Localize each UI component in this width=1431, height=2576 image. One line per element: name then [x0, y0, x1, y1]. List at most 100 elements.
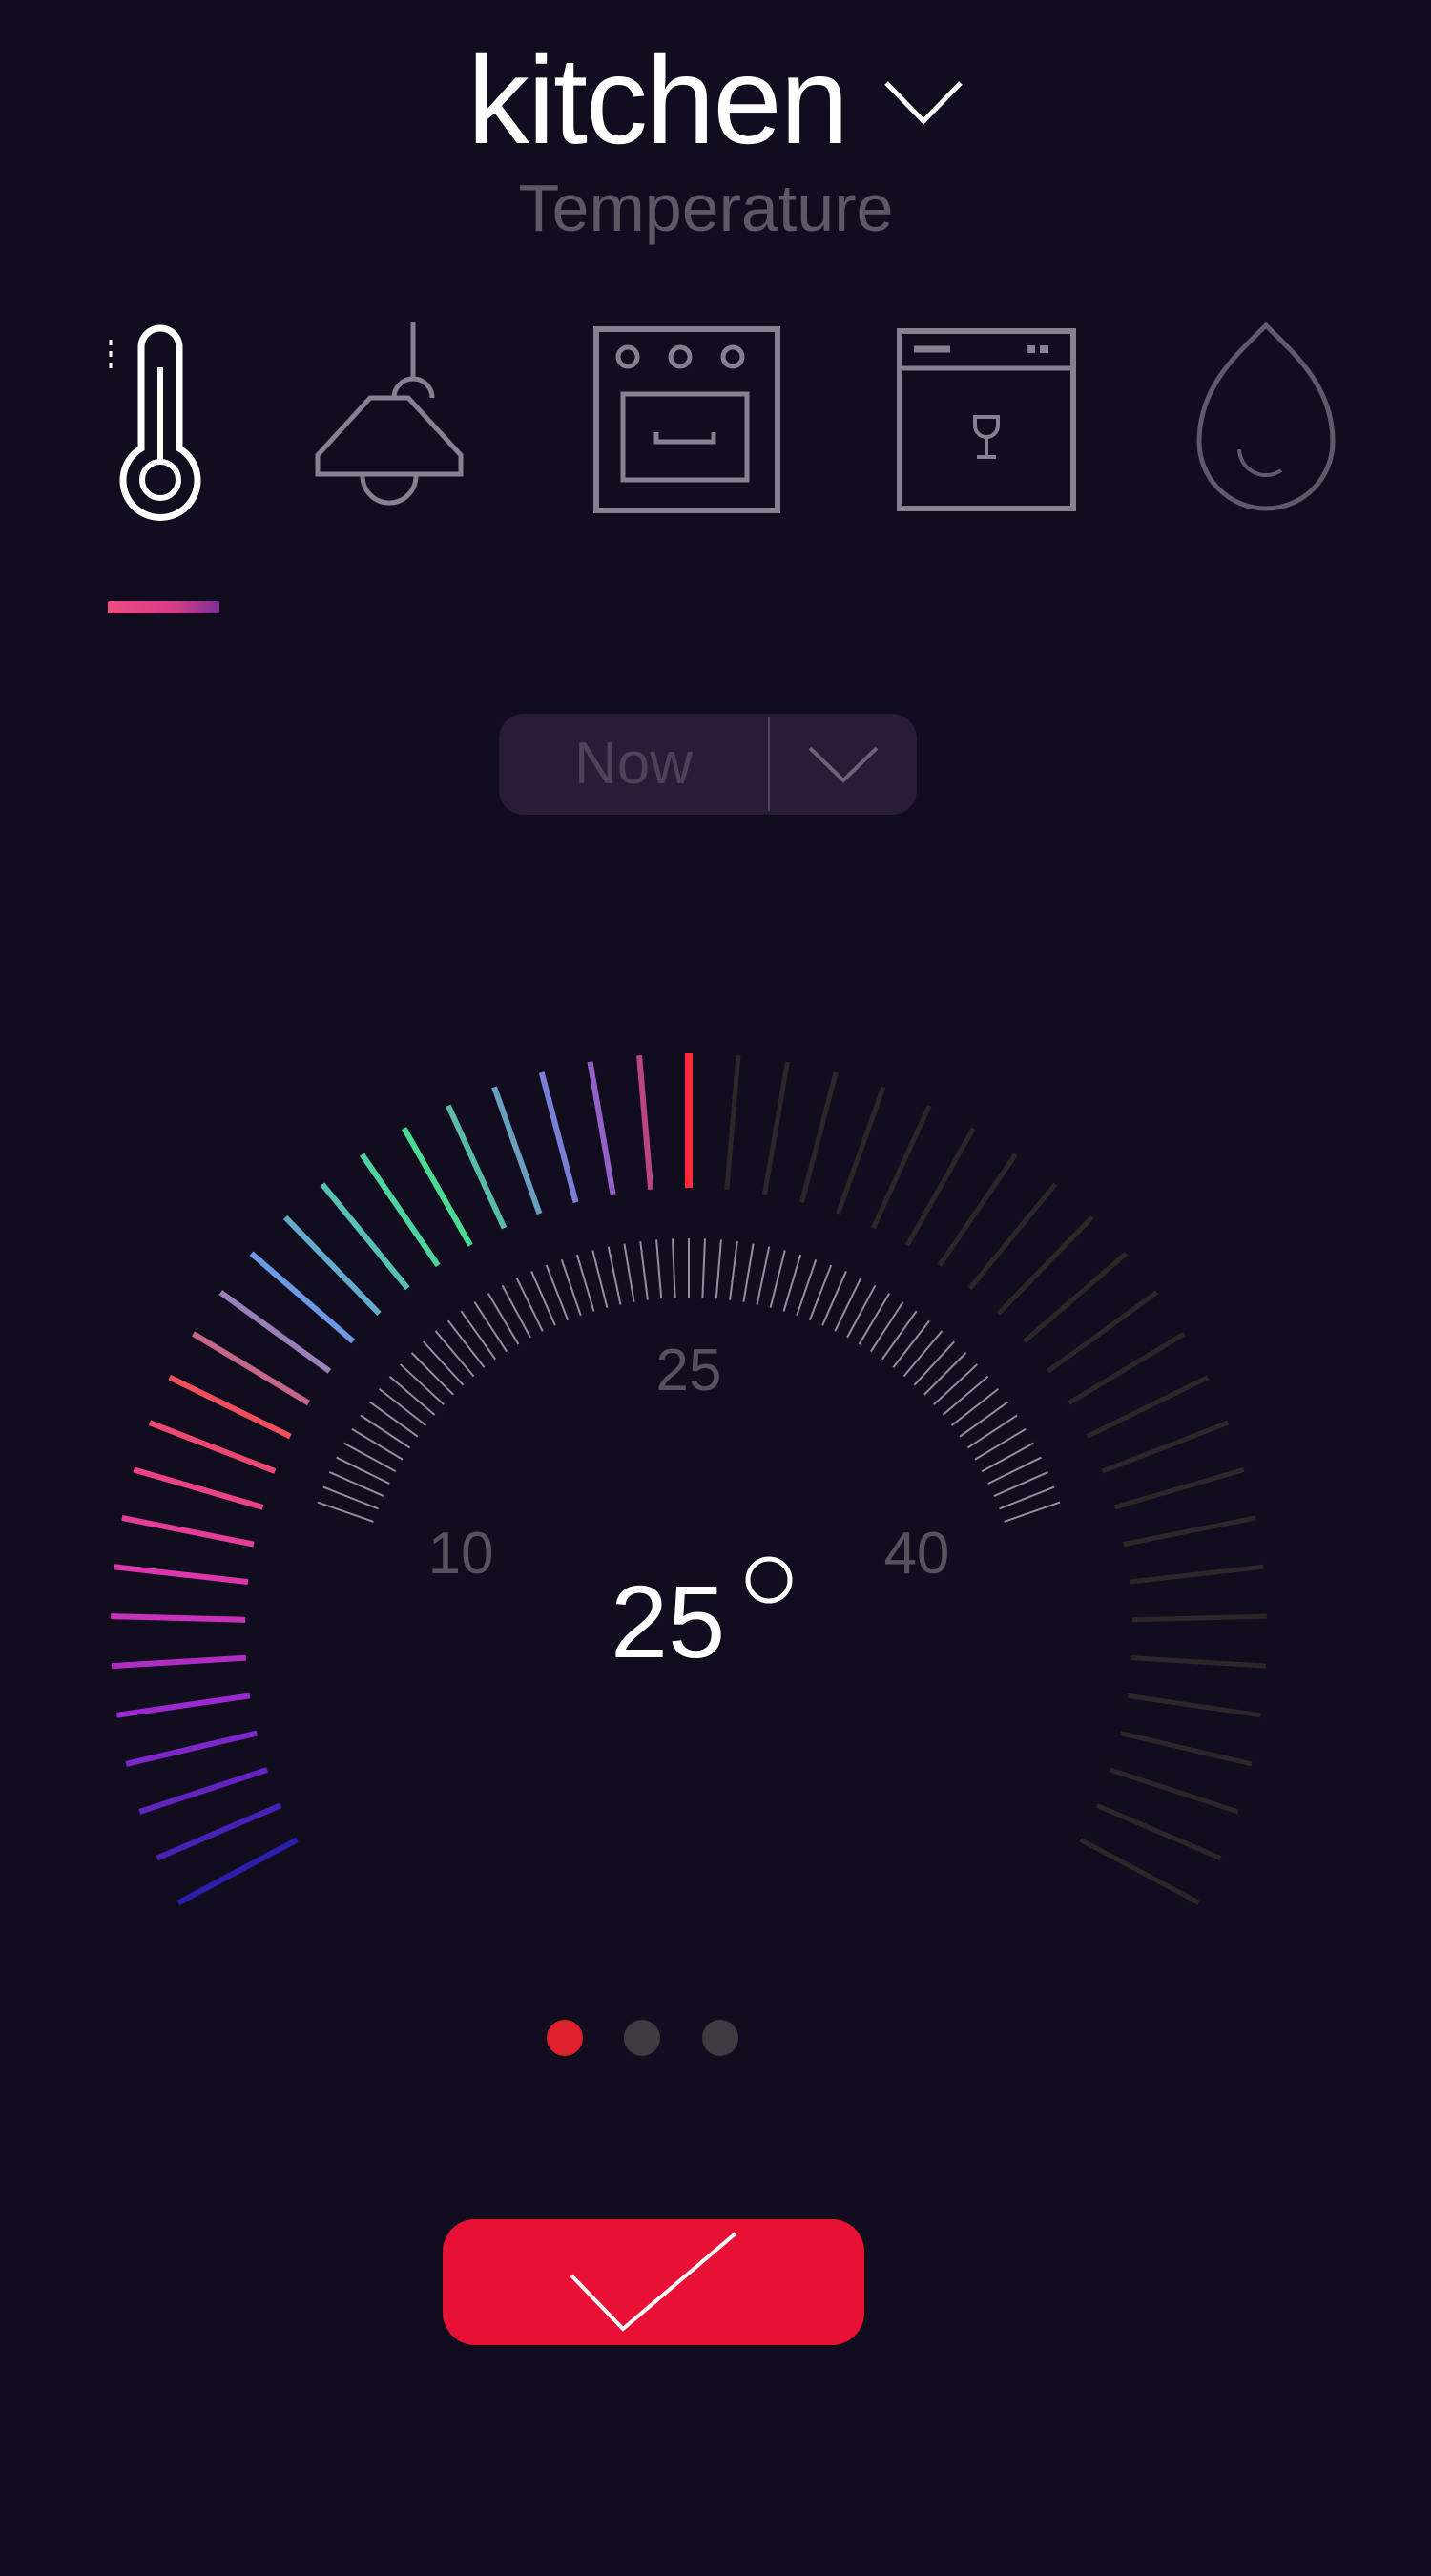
arc-tick [121, 1514, 255, 1548]
arc-tick [114, 1564, 249, 1586]
page-dot[interactable] [624, 2020, 660, 2056]
scale-tick [368, 1401, 419, 1438]
scale-tick [981, 1442, 1035, 1473]
page-dot[interactable] [702, 2020, 738, 2056]
scale-tick [892, 1319, 931, 1368]
scale-tick [410, 1352, 454, 1396]
arc-tick [138, 1767, 269, 1815]
time-selector[interactable]: Now [499, 714, 917, 815]
scale-label: 40 [883, 1521, 949, 1587]
scale-tick [950, 1388, 999, 1426]
temperature-arc [111, 1053, 1267, 1906]
checkmark-icon [570, 2232, 737, 2332]
arc-tick [491, 1086, 543, 1215]
arc-tick [168, 1374, 292, 1440]
scale-tick [881, 1310, 918, 1361]
arc-tick [133, 1466, 264, 1510]
arc-tick [1131, 1613, 1267, 1623]
scale-tick [473, 1301, 508, 1353]
arc-tick [724, 1055, 741, 1190]
category-temperature[interactable] [52, 310, 261, 530]
arc-tick [148, 1420, 277, 1474]
scale-tick [796, 1258, 818, 1317]
arc-tick [1079, 1838, 1201, 1905]
scale-tick [434, 1330, 475, 1378]
category-wine-cooler[interactable] [881, 310, 1091, 530]
arc-tick [1086, 1375, 1210, 1439]
scale-tick [591, 1250, 609, 1308]
arc-tick [761, 1061, 790, 1195]
scale-tick [501, 1284, 531, 1339]
page-subtitle: Temperature [518, 171, 894, 245]
arc-tick [111, 1654, 247, 1670]
arc-tick [1110, 1767, 1239, 1815]
category-lamp[interactable] [284, 310, 494, 530]
arc-tick [636, 1054, 654, 1190]
scale-tick [756, 1246, 771, 1305]
scale-tick [974, 1427, 1027, 1461]
arc-tick [798, 1071, 839, 1203]
scale-tick [701, 1238, 706, 1298]
scale-tick [575, 1254, 595, 1312]
water-drop-icon[interactable] [1190, 320, 1342, 520]
scale-tick [317, 1501, 374, 1523]
arc-tick [111, 1613, 246, 1623]
scale-tick [782, 1254, 802, 1312]
temperature-value: 25 [611, 1564, 726, 1679]
category-humidity[interactable] [1161, 310, 1371, 530]
scale-tick [923, 1352, 967, 1396]
scale-tick [607, 1246, 622, 1305]
arc-tick [836, 1086, 886, 1215]
temperature-dial[interactable]: 10 25 40 [0, 1049, 1431, 1956]
scale-tick [742, 1243, 755, 1302]
scale-tick [715, 1239, 722, 1299]
time-selector-value[interactable]: Now [499, 714, 768, 815]
confirm-button[interactable] [443, 2219, 864, 2345]
scale-tick [1004, 1501, 1061, 1523]
scale-tick [769, 1250, 786, 1308]
arc-tick [587, 1061, 616, 1195]
arc-tick [1101, 1420, 1230, 1474]
chevron-down-icon[interactable] [770, 714, 917, 815]
arc-tick [115, 1693, 251, 1718]
arc-tick [125, 1730, 259, 1767]
arc-tick [538, 1071, 579, 1204]
scale-tick [913, 1340, 955, 1386]
arc-tick [1123, 1515, 1256, 1548]
oven-icon[interactable] [591, 324, 782, 515]
scale-tick [379, 1388, 427, 1426]
arc-tick [1095, 1803, 1222, 1860]
scale-tick [846, 1284, 877, 1339]
category-oven[interactable] [582, 310, 792, 530]
scale-tick [672, 1238, 676, 1298]
arc-tick [176, 1837, 299, 1906]
active-category-indicator [108, 601, 219, 613]
scale-tick [460, 1310, 497, 1361]
scale-tick [487, 1293, 520, 1345]
scale-tick [655, 1239, 663, 1299]
page-dot-active[interactable] [547, 2020, 583, 2056]
arc-tick [1127, 1693, 1261, 1718]
arc-tick [1120, 1731, 1253, 1767]
scale-label: 10 [428, 1521, 494, 1587]
scale-tick [388, 1375, 436, 1416]
temperature-readout: 25 [611, 1556, 793, 1679]
arc-tick [156, 1802, 282, 1861]
scale-tick [623, 1243, 635, 1302]
scale-tick [446, 1319, 486, 1368]
arc-tick [871, 1104, 932, 1230]
arc-tick [996, 1215, 1094, 1316]
wine-fridge-icon[interactable] [895, 326, 1078, 513]
arc-tick [1129, 1564, 1264, 1585]
scale-tick [858, 1293, 891, 1345]
room-name[interactable]: kitchen [467, 29, 849, 172]
chevron-down-icon[interactable] [883, 79, 964, 132]
scale-tick [729, 1241, 738, 1300]
scale-tick [360, 1414, 411, 1449]
arc-tick [1131, 1655, 1267, 1669]
thermometer-icon[interactable] [99, 315, 214, 525]
ceiling-lamp-icon[interactable] [308, 320, 470, 520]
scale-tick [400, 1363, 445, 1405]
room-selector[interactable]: kitchen [0, 29, 1431, 172]
scale-tick [959, 1401, 1009, 1438]
